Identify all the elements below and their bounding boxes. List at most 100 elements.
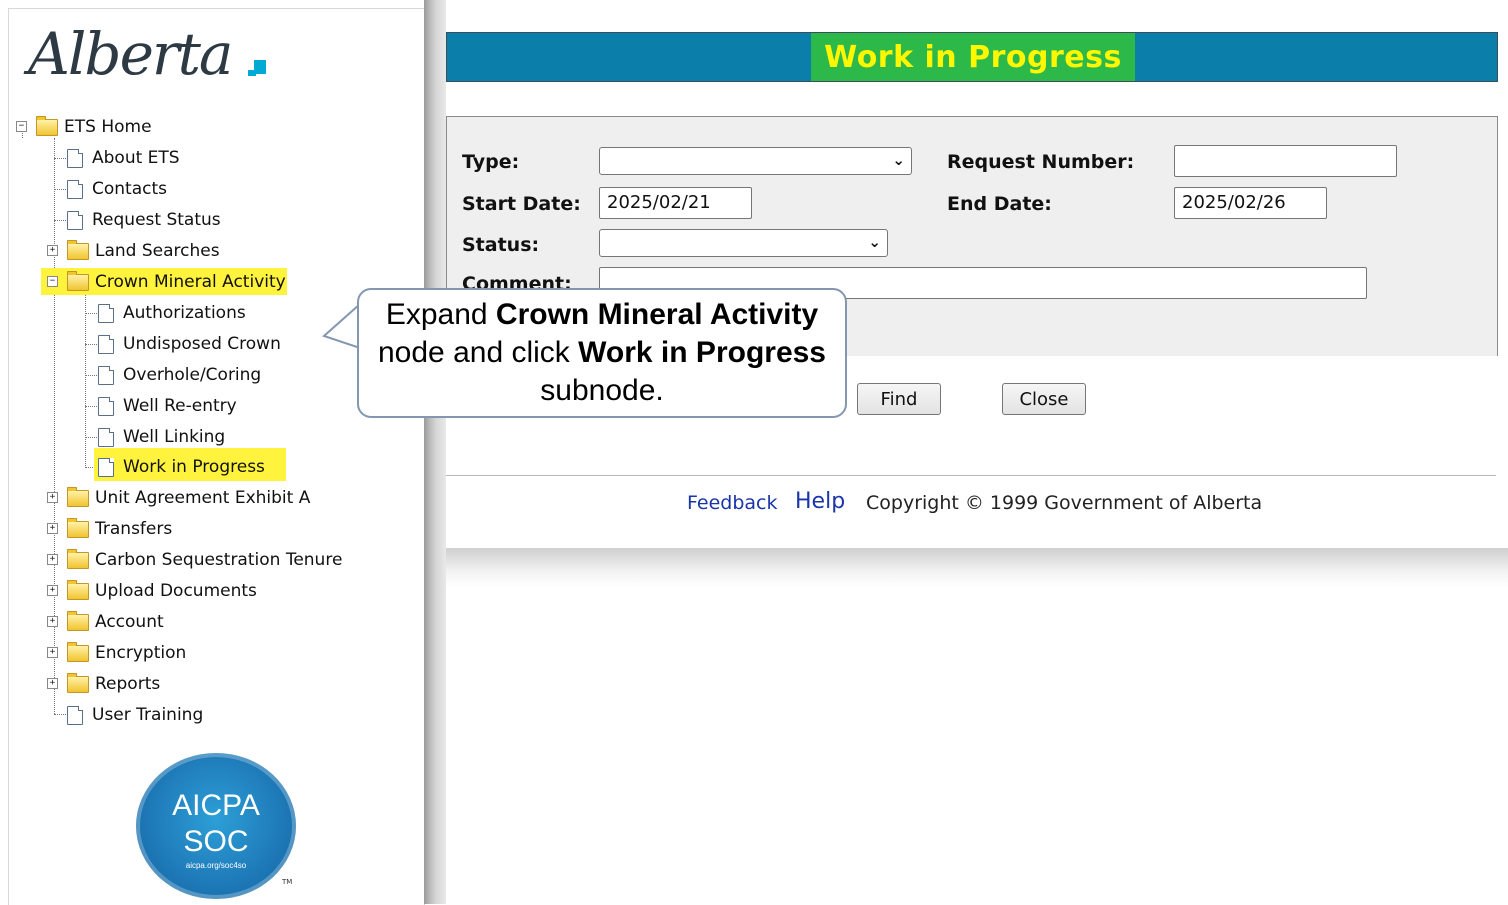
tree-node-upload-documents[interactable]: Upload Documents bbox=[67, 578, 257, 604]
tree-node-label: Upload Documents bbox=[95, 581, 257, 601]
folder-icon bbox=[67, 548, 89, 569]
callout-pointer bbox=[322, 302, 362, 350]
expand-toggle-icon[interactable]: + bbox=[47, 554, 58, 565]
chevron-down-icon: ⌄ bbox=[892, 151, 905, 169]
tree-node-well-linking[interactable]: Well Linking bbox=[98, 424, 225, 450]
expand-toggle-icon[interactable]: + bbox=[47, 678, 58, 689]
copyright-text: Copyright © 1999 Government of Alberta bbox=[866, 492, 1263, 514]
expand-toggle-icon[interactable]: + bbox=[47, 245, 58, 256]
callout-text-3: subnode. bbox=[540, 374, 664, 407]
tree-node-land-searches[interactable]: Land Searches bbox=[67, 238, 220, 264]
tree-node-label: Authorizations bbox=[123, 303, 246, 323]
expand-toggle-icon[interactable]: + bbox=[47, 523, 58, 534]
page-icon bbox=[67, 179, 83, 199]
badge-line-3: aicpa.org/soc4so bbox=[185, 861, 247, 870]
tree-node-request-status[interactable]: Request Status bbox=[67, 207, 221, 233]
tree-connector bbox=[85, 437, 97, 438]
tree-node-label: Request Status bbox=[92, 210, 221, 230]
request-number-input[interactable] bbox=[1174, 145, 1397, 177]
chevron-down-icon: ⌄ bbox=[868, 233, 881, 251]
tree-node-account[interactable]: Account bbox=[67, 609, 164, 635]
callout-text-2: node and click bbox=[378, 336, 579, 369]
collapse-toggle-icon[interactable]: − bbox=[16, 121, 27, 132]
tree-node-label: Crown Mineral Activity bbox=[95, 272, 286, 292]
tree-node-label: Well Re-entry bbox=[123, 396, 237, 416]
page-shadow bbox=[446, 548, 1508, 588]
tree-node-reports[interactable]: Reports bbox=[67, 671, 160, 697]
folder-icon bbox=[67, 641, 89, 662]
tree-node-label: Transfers bbox=[95, 519, 173, 539]
folder-icon bbox=[67, 270, 89, 291]
tree-connector bbox=[54, 158, 66, 159]
tree-connector bbox=[54, 138, 55, 714]
tree-node-label: ETS Home bbox=[64, 117, 152, 137]
tree-node-transfers[interactable]: Transfers bbox=[67, 516, 172, 542]
tree-node-unit-agreement[interactable]: Unit Agreement Exhibit A bbox=[67, 485, 310, 511]
tree-node-authorizations[interactable]: Authorizations bbox=[98, 300, 246, 326]
page-icon bbox=[98, 427, 114, 447]
tree-node-ets-home[interactable]: ETS Home bbox=[36, 114, 152, 140]
end-date-input[interactable]: 2025/02/26 bbox=[1174, 187, 1327, 219]
tree-connector bbox=[85, 406, 97, 407]
page-icon bbox=[98, 303, 114, 323]
expand-toggle-icon[interactable]: + bbox=[47, 647, 58, 658]
type-select[interactable]: ⌄ bbox=[599, 147, 912, 175]
tree-connector bbox=[54, 220, 66, 221]
folder-icon bbox=[67, 579, 89, 600]
callout-text-1: Expand bbox=[385, 298, 496, 331]
tree-node-label: Carbon Sequestration Tenure bbox=[95, 550, 343, 570]
status-select[interactable]: ⌄ bbox=[599, 229, 888, 257]
page-icon bbox=[98, 365, 114, 385]
callout-bold-1: Crown Mineral Activity bbox=[495, 298, 819, 331]
page-icon bbox=[67, 210, 83, 230]
tree-node-about-ets[interactable]: About ETS bbox=[67, 145, 180, 171]
page-icon bbox=[67, 705, 83, 725]
tree-node-crown-mineral-activity[interactable]: Crown Mineral Activity bbox=[67, 269, 286, 295]
start-date-input[interactable]: 2025/02/21 bbox=[599, 187, 752, 219]
tree-node-overhole-coring[interactable]: Overhole/Coring bbox=[98, 362, 261, 388]
request-number-label: Request Number: bbox=[947, 151, 1135, 173]
folder-icon bbox=[67, 672, 89, 693]
tree-connector bbox=[85, 344, 97, 345]
page-icon bbox=[98, 396, 114, 416]
tree-node-well-reentry[interactable]: Well Re-entry bbox=[98, 393, 237, 419]
tree-node-label: Account bbox=[95, 612, 164, 632]
folder-icon bbox=[67, 486, 89, 507]
badge-line-2: SOC bbox=[183, 825, 249, 858]
tree-node-label: Undisposed Crown bbox=[123, 334, 281, 354]
expand-toggle-icon[interactable]: + bbox=[47, 585, 58, 596]
footer-divider bbox=[446, 475, 1496, 476]
tree-connector bbox=[85, 375, 97, 376]
status-label: Status: bbox=[462, 234, 540, 256]
folder-icon bbox=[67, 239, 89, 260]
start-date-label: Start Date: bbox=[462, 193, 581, 215]
help-link[interactable]: Help bbox=[795, 489, 845, 514]
expand-toggle-icon[interactable]: + bbox=[47, 616, 58, 627]
tree-connector bbox=[54, 714, 66, 715]
badge-line-1: AICPA bbox=[172, 789, 260, 822]
end-date-label: End Date: bbox=[947, 193, 1052, 215]
tree-node-undisposed-crown[interactable]: Undisposed Crown bbox=[98, 331, 281, 357]
feedback-link[interactable]: Feedback bbox=[687, 492, 777, 514]
tree-node-contacts[interactable]: Contacts bbox=[67, 176, 167, 202]
page-title-bar: Work in Progress bbox=[446, 32, 1498, 82]
tree-node-label: Work in Progress bbox=[123, 457, 265, 477]
close-button[interactable]: Close bbox=[1002, 383, 1086, 415]
tree-node-encryption[interactable]: Encryption bbox=[67, 640, 186, 666]
tree-node-carbon-sequestration[interactable]: Carbon Sequestration Tenure bbox=[67, 547, 342, 573]
tree-node-user-training[interactable]: User Training bbox=[67, 702, 203, 728]
folder-icon bbox=[67, 517, 89, 538]
tree-node-label: Unit Agreement Exhibit A bbox=[95, 488, 311, 508]
tree-connector bbox=[85, 313, 97, 314]
tree-node-label: Contacts bbox=[92, 179, 167, 199]
expand-toggle-icon[interactable]: + bbox=[47, 492, 58, 503]
find-button[interactable]: Find bbox=[857, 383, 941, 415]
type-label: Type: bbox=[462, 151, 520, 173]
callout-bold-2: Work in Progress bbox=[578, 336, 826, 369]
aicpa-soc-badge: AICPA SOC aicpa.org/soc4so bbox=[136, 753, 296, 899]
collapse-toggle-icon[interactable]: − bbox=[47, 276, 58, 287]
page-icon bbox=[98, 457, 114, 477]
tree-node-label: Reports bbox=[95, 674, 161, 694]
tree-node-work-in-progress[interactable]: Work in Progress bbox=[98, 454, 265, 480]
page-title: Work in Progress bbox=[811, 33, 1135, 81]
